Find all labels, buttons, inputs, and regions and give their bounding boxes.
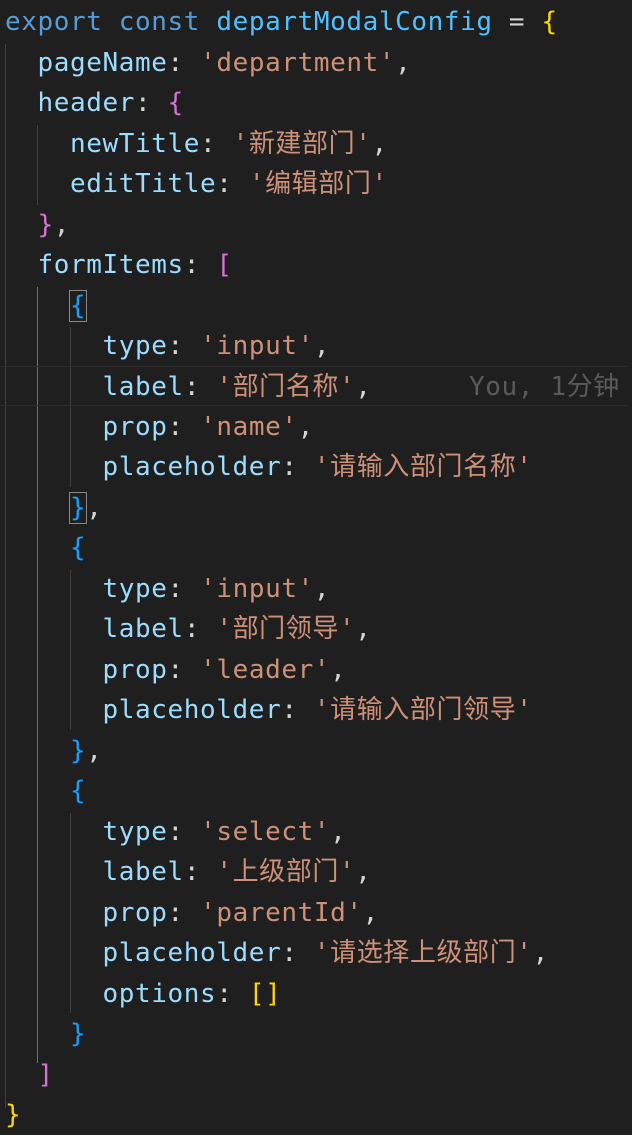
code-line-current[interactable]: label: '部门名称', You, 1分钟 bbox=[0, 366, 627, 406]
keyword-export: export bbox=[5, 7, 103, 37]
string-value: '部门领导' bbox=[216, 614, 356, 644]
string-value: 'name' bbox=[200, 412, 298, 442]
string-value: 'leader' bbox=[200, 655, 331, 685]
string-value: '部门名称' bbox=[216, 372, 356, 402]
string-value: '请输入部门领导' bbox=[313, 695, 533, 725]
bracket-close-array: ] bbox=[37, 1060, 54, 1090]
property-key: prop bbox=[102, 898, 168, 928]
code-line[interactable]: ] bbox=[5, 1055, 54, 1095]
string-value: '新建部门' bbox=[232, 129, 372, 159]
bracket-close-level-3: } bbox=[70, 736, 87, 766]
property-key: label bbox=[102, 372, 184, 402]
code-line[interactable]: }, bbox=[5, 731, 103, 771]
property-key: pageName bbox=[37, 48, 168, 78]
variable-name: departModalConfig bbox=[216, 7, 493, 37]
property-key: options bbox=[102, 979, 217, 1009]
code-line[interactable]: { bbox=[5, 286, 88, 326]
bracket-open-level-1: { bbox=[541, 7, 558, 37]
code-line[interactable]: export const departModalConfig = { bbox=[5, 2, 558, 42]
property-key: type bbox=[102, 574, 168, 604]
property-key: label bbox=[102, 614, 184, 644]
string-value: 'department' bbox=[200, 48, 396, 78]
bracket-close-level-1: } bbox=[5, 1100, 22, 1130]
string-value: 'input' bbox=[200, 331, 314, 361]
code-line[interactable]: prop: 'leader', bbox=[5, 650, 346, 690]
code-line[interactable]: { bbox=[5, 528, 86, 568]
code-line[interactable]: prop: 'parentId', bbox=[5, 893, 379, 933]
code-line[interactable]: type: 'input', bbox=[5, 326, 330, 366]
bracket-close-level-2: } bbox=[37, 210, 54, 240]
code-line[interactable]: } bbox=[5, 1095, 21, 1135]
string-value: '请选择上级部门' bbox=[313, 938, 533, 968]
code-line[interactable]: prop: 'name', bbox=[5, 407, 314, 447]
property-key: placeholder bbox=[102, 938, 282, 968]
code-line[interactable]: } bbox=[5, 1014, 86, 1054]
code-line[interactable]: label: '部门领导', bbox=[5, 609, 372, 649]
property-key: newTitle bbox=[70, 129, 201, 159]
code-editor[interactable]: export const departModalConfig = { pageN… bbox=[0, 0, 632, 1130]
code-line[interactable]: type: 'select', bbox=[5, 812, 346, 852]
code-line[interactable]: header: { bbox=[5, 83, 184, 123]
property-key: type bbox=[102, 331, 168, 361]
code-line[interactable]: pageName: 'department', bbox=[5, 43, 411, 83]
code-line[interactable]: options: [] bbox=[5, 974, 281, 1014]
code-line[interactable]: editTitle: '编辑部门' bbox=[5, 164, 388, 204]
property-key: prop bbox=[102, 655, 168, 685]
bracket-open-array: [ bbox=[216, 250, 233, 280]
property-key: label bbox=[102, 857, 184, 887]
property-key: prop bbox=[102, 412, 168, 442]
property-key: type bbox=[102, 817, 168, 847]
code-line[interactable]: }, bbox=[5, 205, 70, 245]
property-key: editTitle bbox=[70, 169, 217, 199]
code-line[interactable]: formItems: [ bbox=[5, 245, 233, 285]
git-blame-annotation: You, 1分钟 bbox=[469, 372, 620, 402]
string-value: 'parentId' bbox=[200, 898, 363, 928]
code-line[interactable]: placeholder: '请输入部门名称' bbox=[5, 447, 533, 487]
string-value: '请输入部门名称' bbox=[313, 452, 533, 482]
property-key: header bbox=[37, 88, 136, 118]
bracket-open-level-3: { bbox=[70, 533, 87, 563]
bracket-open-level-3: { bbox=[70, 776, 87, 806]
bracket-close-level-3-matched: } bbox=[68, 492, 88, 524]
property-key: formItems bbox=[37, 250, 184, 280]
code-line[interactable]: placeholder: '请选择上级部门', bbox=[5, 933, 549, 973]
keyword-const: const bbox=[118, 7, 201, 37]
code-line[interactable]: }, bbox=[5, 488, 103, 528]
code-line[interactable]: type: 'input', bbox=[5, 569, 330, 609]
property-key: placeholder bbox=[102, 695, 282, 725]
empty-array-brackets: [] bbox=[248, 979, 282, 1009]
string-value: 'select' bbox=[200, 817, 331, 847]
code-line[interactable]: placeholder: '请输入部门领导' bbox=[5, 690, 533, 730]
string-value: '上级部门' bbox=[216, 857, 356, 887]
string-value: 'input' bbox=[200, 574, 314, 604]
code-line[interactable]: newTitle: '新建部门', bbox=[5, 124, 388, 164]
bracket-close-level-3: } bbox=[70, 1019, 87, 1049]
string-value: '编辑部门' bbox=[248, 169, 388, 199]
operator-equals: = bbox=[508, 7, 526, 37]
property-key: placeholder bbox=[102, 452, 282, 482]
bracket-open-level-3-matched: { bbox=[68, 290, 88, 322]
code-line[interactable]: { bbox=[5, 771, 86, 811]
code-line[interactable]: label: '上级部门', bbox=[5, 852, 372, 892]
bracket-open-level-2: { bbox=[167, 88, 184, 118]
